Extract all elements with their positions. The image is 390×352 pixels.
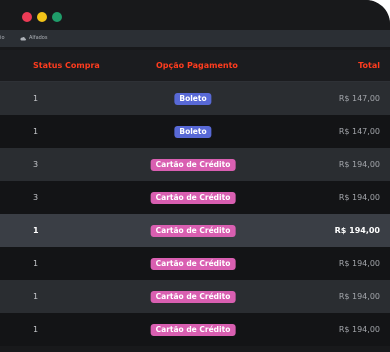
status-cell: 3	[33, 160, 39, 169]
table-row[interactable]: 1 Boleto R$ 147,00	[0, 82, 390, 115]
table-row[interactable]: 1 Cartão de Crédito R$ 194,00	[0, 313, 390, 346]
close-window-button[interactable]	[22, 12, 32, 22]
maximize-window-button[interactable]	[52, 12, 62, 22]
table-header: Status Compra Opção Pagamento Total	[0, 50, 390, 82]
orders-table: Status Compra Opção Pagamento Total 1 Bol…	[0, 50, 390, 346]
column-header-status[interactable]: Status Compra	[33, 50, 100, 82]
bookmark-item-label[interactable]: Alfados	[29, 30, 47, 47]
column-header-total[interactable]: Total	[358, 50, 380, 82]
browser-window: rio Alfados Status Compra Opção Pagament…	[0, 0, 390, 352]
payment-method-badge: Cartão de Crédito	[150, 324, 236, 336]
bookmarks-bar: rio Alfados	[0, 30, 390, 47]
total-cell: R$ 147,00	[338, 127, 380, 136]
total-cell: R$ 194,00	[338, 160, 380, 169]
payment-method-badge: Cartão de Crédito	[150, 258, 236, 270]
status-cell: 3	[33, 193, 39, 202]
total-cell: R$ 194,00	[338, 292, 380, 301]
cloud-icon	[20, 37, 26, 41]
total-cell: R$ 194,00	[338, 193, 380, 202]
payment-method-badge: Cartão de Crédito	[150, 225, 236, 237]
total-cell: R$ 194,00	[338, 325, 380, 334]
table-row[interactable]: 3 Cartão de Crédito R$ 194,00	[0, 148, 390, 181]
status-cell: 1	[33, 325, 39, 334]
payment-method-badge: Boleto	[174, 93, 212, 105]
status-cell: 1	[33, 292, 39, 301]
table-row[interactable]: 3 Cartão de Crédito R$ 194,00	[0, 181, 390, 214]
table-row[interactable]: 1 Cartão de Crédito R$ 194,00	[0, 214, 390, 247]
status-cell: 1	[33, 259, 39, 268]
table-row[interactable]: 1 Cartão de Crédito R$ 194,00	[0, 280, 390, 313]
table-row[interactable]: 1 Cartão de Crédito R$ 194,00	[0, 247, 390, 280]
status-cell: 1	[33, 226, 39, 235]
status-cell: 1	[33, 127, 39, 136]
bookmark-item-truncated[interactable]: rio	[0, 30, 5, 47]
minimize-window-button[interactable]	[37, 12, 47, 22]
total-cell: R$ 147,00	[338, 94, 380, 103]
column-header-payment[interactable]: Opção Pagamento	[156, 50, 238, 82]
payment-method-badge: Cartão de Crédito	[150, 291, 236, 303]
total-cell: R$ 194,00	[338, 259, 380, 268]
payment-method-badge: Cartão de Crédito	[150, 159, 236, 171]
status-cell: 1	[33, 94, 39, 103]
payment-method-badge: Cartão de Crédito	[150, 192, 236, 204]
title-bar	[0, 0, 390, 30]
table-row[interactable]: 1 Boleto R$ 147,00	[0, 115, 390, 148]
payment-method-badge: Boleto	[174, 126, 212, 138]
total-cell: R$ 194,00	[334, 226, 380, 235]
table-body: 1 Boleto R$ 147,00 1 Boleto R$ 147,00 3 Cartão …	[0, 82, 390, 346]
